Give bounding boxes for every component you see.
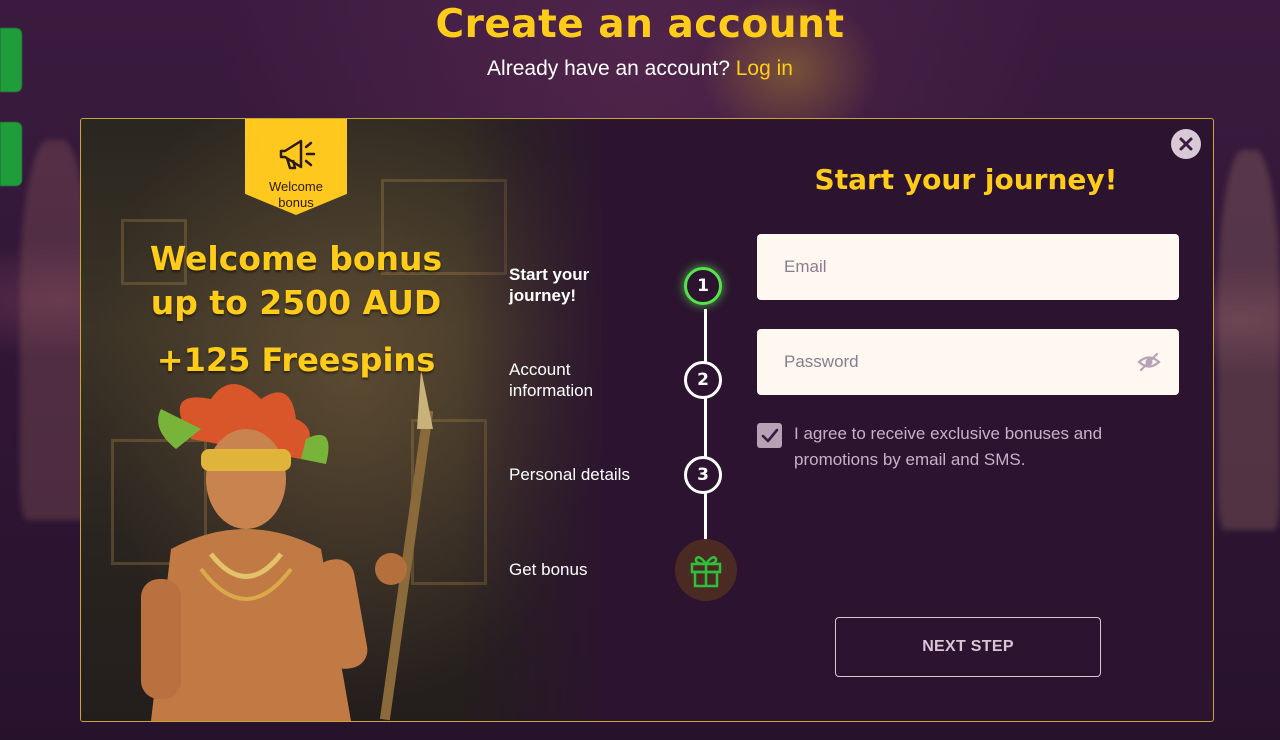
step-label-personal-details: Personal details <box>509 465 630 484</box>
login-link[interactable]: Log in <box>736 57 793 80</box>
next-step-button[interactable]: NEXT STEP <box>835 617 1101 677</box>
step-2-indicator: 2 <box>684 361 722 399</box>
password-field[interactable] <box>757 329 1179 395</box>
page-title: Create an account <box>435 2 845 47</box>
gift-icon <box>690 556 722 588</box>
close-button[interactable] <box>1171 129 1201 159</box>
email-field[interactable] <box>757 234 1179 300</box>
password-field-container <box>757 329 1179 395</box>
background-side-tab <box>0 122 22 186</box>
step-1-indicator: 1 <box>684 267 722 305</box>
registration-modal: Welcome bonus Welcome bonus up to 2500 A… <box>80 118 1214 722</box>
welcome-bonus-tag-label: Welcome bonus <box>245 179 347 211</box>
login-prompt-text: Already have an account? <box>487 57 730 80</box>
close-icon <box>1179 137 1193 151</box>
step-label-line: Start your <box>509 265 590 284</box>
step-label-line: Account <box>509 360 571 379</box>
step-4-indicator <box>675 539 737 601</box>
promo-headline: Welcome bonus up to 2500 AUD <box>111 237 481 325</box>
warrior-illustration <box>141 369 434 721</box>
form-title: Start your journey! <box>814 163 1118 196</box>
tag-label-line: Welcome <box>269 179 323 194</box>
step-label-line: information <box>509 381 594 400</box>
megaphone-icon <box>279 139 316 170</box>
promo-headline-line: up to 2500 AUD <box>150 283 442 322</box>
step-label-account-information: Account information <box>509 359 659 401</box>
step-label-line: journey! <box>509 286 577 305</box>
signup-stepper: Start your journey! 1 Account informatio… <box>509 249 749 601</box>
email-field-container <box>757 234 1179 300</box>
check-icon <box>761 428 779 443</box>
login-prompt: Already have an account? Log in <box>0 57 1280 81</box>
consent-checkbox[interactable] <box>757 423 782 448</box>
step-3-indicator: 3 <box>684 456 722 494</box>
step-label-get-bonus: Get bonus <box>509 560 588 579</box>
eye-slash-icon[interactable] <box>1137 351 1161 373</box>
consent-label: I agree to receive exclusive bonuses and… <box>794 424 1103 469</box>
tag-label-line: bonus <box>278 195 314 210</box>
promo-freespins: +125 Freespins <box>156 341 436 379</box>
promo-headline-line: Welcome bonus <box>149 239 443 278</box>
stepper-connector <box>704 309 707 569</box>
welcome-bonus-tag: Welcome bonus <box>245 119 347 215</box>
background-dealer-figure <box>1218 150 1280 530</box>
step-label-start-journey: Start your journey! <box>509 264 659 306</box>
